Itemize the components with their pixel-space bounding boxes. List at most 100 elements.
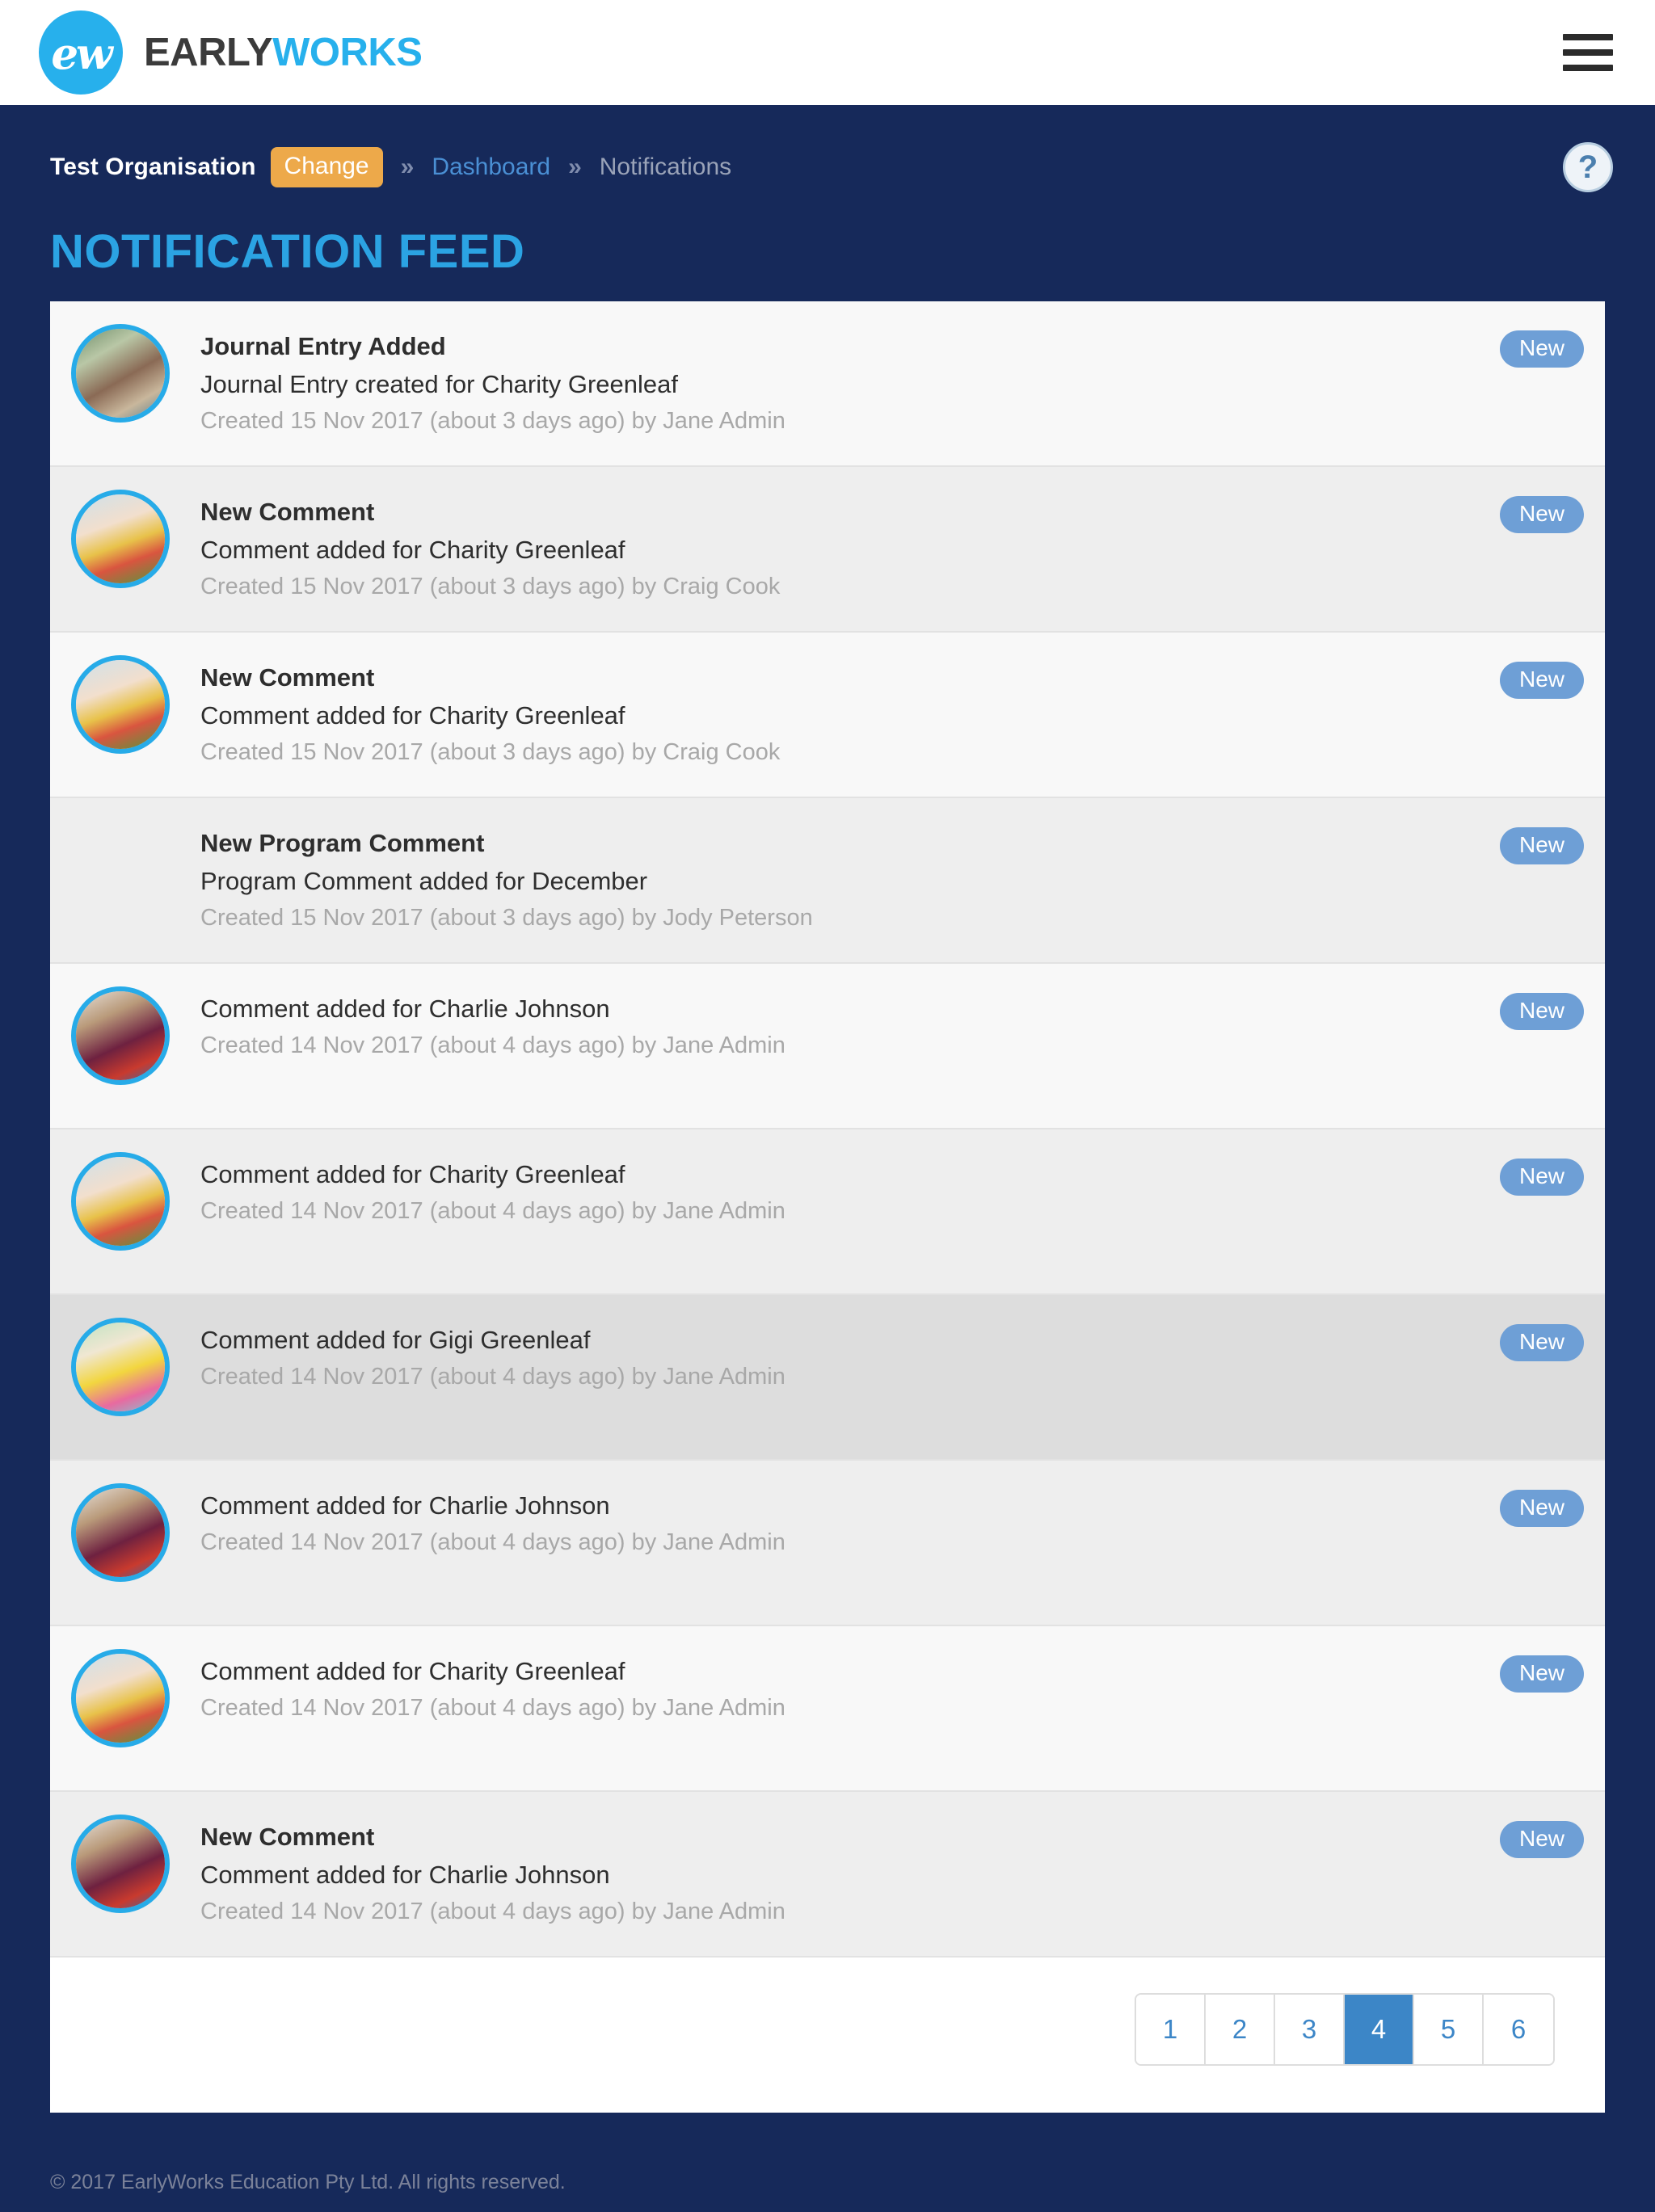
notification-body: New Comment Comment added for Charity Gre… [192,650,1422,769]
avatar-charity-greenleaf [71,1649,170,1747]
pagination: 123456 [1135,1993,1555,2066]
brand-wordmark: EARLYWORKS [144,30,423,74]
notification-row[interactable]: New Comment Comment added for Charity Gre… [50,467,1605,633]
notification-avatar-slot [71,1478,192,1582]
avatar-photo [76,1819,165,1908]
notification-body: Comment added for Charlie Johnson Created… [192,1478,1422,1559]
notification-row[interactable]: Comment added for Charlie Johnson Created… [50,1461,1605,1626]
status-badge-new: New [1499,330,1584,368]
pagination-page-4[interactable]: 4 [1345,1995,1414,2064]
avatar-photo [76,1654,165,1743]
avatar-photo [76,329,165,418]
earlyworks-logo-icon: ew [39,11,123,95]
avatar-photo [76,494,165,583]
notification-body: Comment added for Charlie Johnson Created… [192,982,1422,1062]
notification-meta: Created 14 Nov 2017 (about 4 days ago) b… [200,1032,785,1059]
avatar-photo [76,991,165,1080]
notification-meta: Created 14 Nov 2017 (about 4 days ago) b… [200,1695,785,1722]
notification-meta: Created 15 Nov 2017 (about 3 days ago) b… [200,905,813,931]
notification-badge-slot: New [1422,650,1584,699]
avatar-gigi-greenleaf [71,1318,170,1416]
notification-avatar-slot [71,1810,192,1913]
notification-text: Comment added for Charity Greenleaf [200,701,625,730]
breadcrumb: Test Organisation Change » Dashboard » N… [50,147,731,187]
notification-badge-slot: New [1422,816,1584,864]
notification-title: Journal Entry Added [200,332,446,360]
status-badge-new: New [1499,993,1584,1030]
brand-word-early: EARLY [144,30,273,74]
notification-text: Journal Entry created for Charity Greenl… [200,370,678,399]
notification-meta: Created 14 Nov 2017 (about 4 days ago) b… [200,1529,785,1556]
help-question-icon[interactable]: ? [1563,142,1613,192]
hamburger-bar-1 [1563,34,1613,40]
breadcrumb-link-dashboard[interactable]: Dashboard [432,153,550,181]
notification-avatar-slot [71,485,192,588]
avatar-charlie-johnson [71,1815,170,1913]
page-body: Test Organisation Change » Dashboard » N… [0,105,1655,2212]
status-badge-new: New [1499,1159,1584,1196]
status-badge-new: New [1499,1821,1584,1858]
notification-row[interactable]: Comment added for Charity Greenleaf Creat… [50,1129,1605,1295]
notification-meta: Created 15 Nov 2017 (about 3 days ago) b… [200,408,785,435]
notification-text: Comment added for Charity Greenleaf [200,536,625,565]
notification-row[interactable]: Comment added for Charlie Johnson Created… [50,964,1605,1129]
change-organisation-button[interactable]: Change [270,147,383,187]
page-title: NOTIFICATION FEED [50,225,525,278]
pagination-page-2[interactable]: 2 [1206,1995,1275,2064]
avatar-photo [76,1157,165,1246]
notification-feed-card: Journal Entry Added Journal Entry created… [50,301,1605,2113]
avatar-charlie-johnson [71,1483,170,1582]
breadcrumb-current-notifications: Notifications [599,153,732,180]
hamburger-bar-3 [1563,65,1613,71]
notification-title: New Comment [200,1823,375,1851]
notification-badge-slot: New [1422,1313,1584,1361]
notification-text: Comment added for Charlie Johnson [200,1861,610,1890]
hamburger-bar-2 [1563,49,1613,56]
notification-badge-slot: New [1422,1644,1584,1693]
notification-badge-slot: New [1422,1147,1584,1196]
avatar-charity-greenleaf [71,490,170,588]
top-header-bar: ew EARLYWORKS [0,0,1655,105]
status-badge-new: New [1499,496,1584,533]
hamburger-menu-icon[interactable] [1563,34,1613,71]
notification-avatar-slot [71,1147,192,1251]
notification-row[interactable]: Comment added for Charity Greenleaf Creat… [50,1626,1605,1792]
notification-row[interactable]: New Comment Comment added for Charlie Joh… [50,1792,1605,1958]
notification-row[interactable]: New Program Comment Program Comment added… [50,798,1605,964]
notification-row[interactable]: Journal Entry Added Journal Entry created… [50,301,1605,467]
notification-badge-slot: New [1422,1810,1584,1858]
avatar-classroom-painting [71,324,170,423]
notification-avatar-slot [71,1313,192,1416]
pagination-area: 123456 [50,1958,1605,2113]
notification-avatar-slot [71,1644,192,1747]
status-badge-new: New [1499,662,1584,699]
notification-badge-slot: New [1422,1478,1584,1527]
avatar-charlie-johnson [71,986,170,1085]
notification-title: New Comment [200,663,375,692]
notification-body: Comment added for Gigi Greenleaf Created … [192,1313,1422,1394]
brand-logo[interactable]: ew EARLYWORKS [39,11,423,95]
notification-list: Journal Entry Added Journal Entry created… [50,301,1605,1958]
notification-meta: Created 14 Nov 2017 (about 4 days ago) b… [200,1364,785,1390]
notification-row[interactable]: New Comment Comment added for Charity Gre… [50,633,1605,798]
notification-badge-slot: New [1422,485,1584,533]
notification-title: New Comment [200,498,375,526]
notification-avatar-slot [71,982,192,1085]
notification-text: Comment added for Charity Greenleaf [200,1657,625,1685]
notification-meta: Created 14 Nov 2017 (about 4 days ago) b… [200,1899,785,1925]
breadcrumb-separator-icon-2: » [568,153,582,180]
pagination-page-1[interactable]: 1 [1136,1995,1206,2064]
status-badge-new: New [1499,1655,1584,1693]
organisation-name: Test Organisation [50,153,256,180]
notification-badge-slot: New [1422,319,1584,368]
pagination-page-6[interactable]: 6 [1484,1995,1553,2064]
notification-text: Program Comment added for December [200,867,648,896]
status-badge-new: New [1499,1324,1584,1361]
notification-avatar-slot [71,319,192,423]
pagination-page-3[interactable]: 3 [1275,1995,1345,2064]
avatar-charity-greenleaf [71,655,170,754]
pagination-page-5[interactable]: 5 [1414,1995,1484,2064]
avatar-photo [76,1323,165,1411]
notification-meta: Created 15 Nov 2017 (about 3 days ago) b… [200,739,781,766]
notification-row[interactable]: Comment added for Gigi Greenleaf Created … [50,1295,1605,1461]
